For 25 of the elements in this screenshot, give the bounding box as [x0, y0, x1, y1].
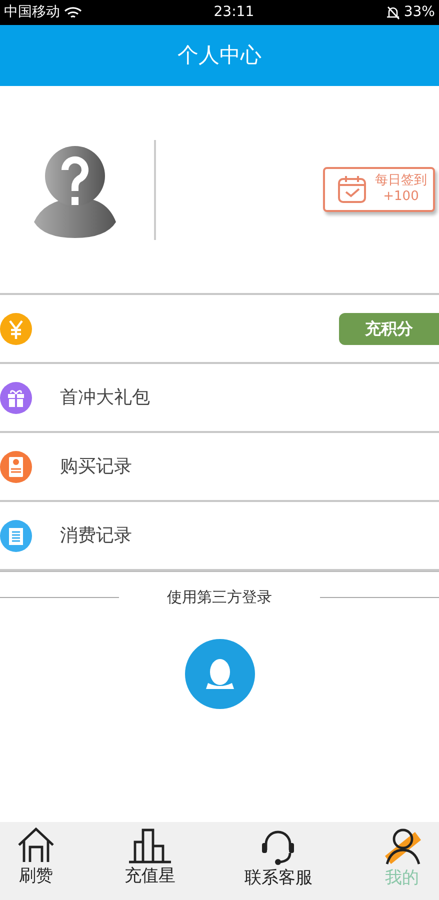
checkin-points: +100 — [383, 188, 419, 204]
home-icon — [16, 826, 56, 864]
penguin-icon — [204, 656, 234, 690]
page-title: 个人中心 — [178, 42, 262, 69]
battery-level: 33% — [404, 3, 435, 22]
tab-button[interactable]: 联系客服 — [244, 826, 312, 892]
muted-bell-icon — [386, 6, 400, 20]
menu-label: 购买记录 — [60, 455, 132, 479]
menu-label: 首冲大礼包 — [60, 386, 150, 410]
tab-button[interactable]: 刷赞 — [16, 826, 56, 890]
third-party-login-label: 使用第三方登录 — [166, 587, 273, 608]
coin-icon — [0, 312, 32, 344]
wifi-icon — [64, 6, 82, 20]
checkin-label: 每日签到 — [375, 172, 427, 188]
calendar-check-icon — [337, 174, 367, 204]
bar-chart-icon — [127, 826, 174, 864]
clock-time: 23:11 — [214, 3, 254, 22]
menu-label: 消费记录 — [60, 524, 132, 548]
certificate-icon — [0, 450, 32, 482]
gift-icon — [0, 382, 32, 414]
tab-button[interactable]: 充值星 — [124, 826, 176, 890]
carrier-name: 中国移动 — [4, 3, 60, 22]
menu-item[interactable]: 购买记录 — [0, 433, 439, 502]
document-icon — [0, 520, 32, 552]
menu-item[interactable]: 首冲大礼包 — [0, 364, 439, 433]
